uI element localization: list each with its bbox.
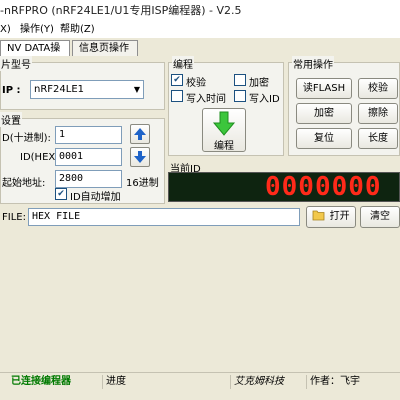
window-title: -nRFPRO (nRF24LE1/U1专用ISP编程器) - V2.5 <box>0 4 242 17</box>
chip-select[interactable]: nRF24LE1 ▼ <box>30 80 144 99</box>
program-group-title: 编程 <box>172 56 194 71</box>
download-arrow-icon <box>212 111 236 136</box>
folder-open-icon <box>313 210 325 221</box>
progress-label: 进度 <box>102 375 222 389</box>
current-id-digits: 0000000 <box>265 172 382 202</box>
id-count-input[interactable]: 1 <box>55 126 122 144</box>
company-label: 艾克姆科技 <box>230 375 300 389</box>
tab-nv-data[interactable]: NV DATA操作 <box>0 40 70 69</box>
write-time-label: 写入时间 <box>186 94 226 105</box>
menu-item-file[interactable]: X) <box>0 22 11 38</box>
title-bar: -nRFPRO (nRF24LE1/U1专用ISP编程器) - V2.5 <box>0 0 400 22</box>
id-hex-input[interactable]: 0001 <box>55 148 122 166</box>
current-id-display: 0000000 <box>168 172 400 202</box>
auto-increment-label: ID自动增加 <box>70 192 121 203</box>
settings-group-title: 设置 <box>0 112 22 127</box>
file-path-input[interactable]: HEX FILE <box>28 208 300 226</box>
verify-button[interactable]: 校验 <box>358 78 398 99</box>
author-label: 作者：飞宇 <box>306 375 400 389</box>
chevron-down-icon: ▼ <box>133 85 140 94</box>
increment-button[interactable] <box>130 124 150 144</box>
auto-increment-checkbox[interactable]: ✔ <box>55 188 67 200</box>
start-address-unit: 16进制 <box>126 178 159 189</box>
clear-button[interactable]: 清空 <box>360 206 400 228</box>
encrypt-button[interactable]: 加密 <box>296 103 352 124</box>
length-button[interactable]: 长度 <box>358 128 398 149</box>
chip-group-title: 片型号 <box>0 56 32 71</box>
decrement-button[interactable] <box>130 147 150 167</box>
start-address-input[interactable]: 2800 <box>55 170 122 188</box>
menu-item-operate[interactable]: 操作(Y) <box>20 22 54 38</box>
verify-label: 校验 <box>186 78 206 89</box>
start-address-label: 起始地址: <box>2 178 46 189</box>
work-area <box>0 232 400 370</box>
connection-status: 已连接编程器 <box>11 376 71 387</box>
id-count-label: D(十进制): <box>2 133 51 144</box>
common-ops-group-title: 常用操作 <box>292 56 334 71</box>
tab-strip: NV DATA操作 信息页操作 <box>0 40 400 69</box>
reset-button[interactable]: 复位 <box>296 128 352 149</box>
write-id-label: 写入ID <box>249 94 280 105</box>
open-file-button[interactable]: 打开 <box>306 206 356 228</box>
erase-button[interactable]: 擦除 <box>358 103 398 124</box>
menu-item-help[interactable]: 帮助(Z) <box>60 22 95 38</box>
write-time-checkbox[interactable] <box>171 90 183 102</box>
read-flash-button[interactable]: 读FLASH <box>296 78 352 99</box>
status-bar: 已连接编程器 进度 艾克姆科技 作者：飞宇 <box>0 372 400 390</box>
tab-info-page[interactable]: 信息页操作 <box>72 40 138 56</box>
chip-select-value: nRF24LE1 <box>34 84 85 95</box>
verify-checkbox[interactable]: ✔ <box>171 74 183 86</box>
open-file-button-label: 打开 <box>329 211 350 222</box>
write-id-checkbox[interactable] <box>234 90 246 102</box>
encrypt-checkbox[interactable] <box>234 74 246 86</box>
arrow-down-icon <box>134 151 146 163</box>
encrypt-label: 加密 <box>249 78 269 89</box>
arrow-up-icon <box>134 128 146 140</box>
chip-label: IP : <box>2 85 21 96</box>
file-label: FILE: <box>2 212 26 223</box>
program-button-label: 编程 <box>214 141 234 152</box>
menu-bar: X) 操作(Y) 帮助(Z) <box>0 22 400 38</box>
program-button[interactable]: 编程 <box>202 108 246 152</box>
